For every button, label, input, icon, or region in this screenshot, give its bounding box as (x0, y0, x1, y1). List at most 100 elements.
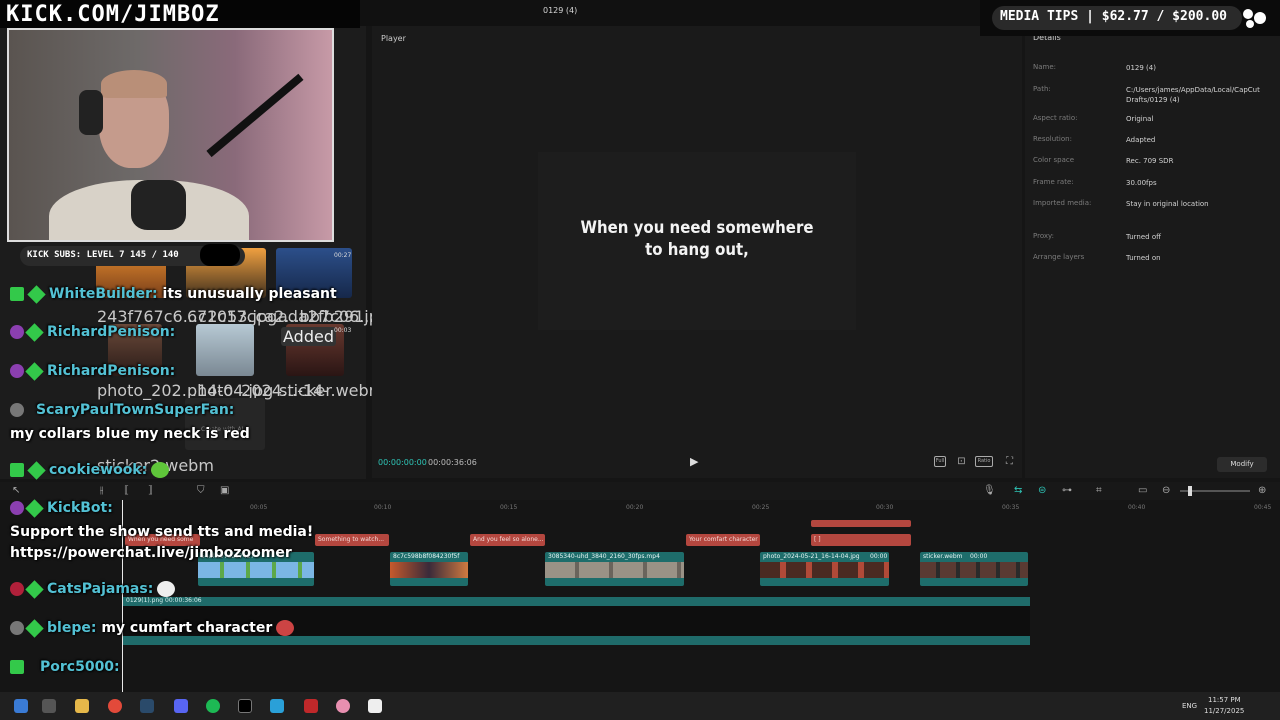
video-clip[interactable]: sticker.webm 00:00 (920, 552, 1028, 586)
channel-logo-icon (1243, 9, 1266, 28)
chat-username: RichardPenison: (47, 324, 176, 340)
ruler-tick: 00:40 (1128, 504, 1146, 511)
clock-date[interactable]: 11/27/2025 (1204, 707, 1244, 715)
clip-duration: 00:00 (970, 553, 988, 560)
capcut-icon[interactable] (238, 699, 252, 713)
current-time: 00:00:00:00 (378, 458, 427, 467)
chat-message: my collars blue my neck is red (10, 426, 250, 442)
chat-overlay: WhiteBuilder: its unusually pleasant Ric… (0, 280, 370, 690)
language-indicator[interactable]: ENG (1182, 702, 1197, 710)
microphone-icon[interactable]: 🎙 (983, 485, 996, 496)
chain-icon[interactable]: ⊶ (1062, 485, 1072, 496)
verified-badge-icon (10, 463, 24, 477)
video-preview[interactable]: When you need somewhere to hang out, (538, 152, 856, 330)
headset-icon (79, 90, 103, 135)
zoom-slider-handle[interactable] (1188, 486, 1192, 496)
chat-message: RichardPenison: (10, 322, 176, 342)
spotify-icon[interactable] (206, 699, 220, 713)
preview-icon[interactable]: ⌗ (1096, 485, 1102, 496)
avatar (10, 621, 24, 635)
chat-username: blepe: (47, 620, 97, 636)
detail-key: Color space (1033, 156, 1075, 164)
chat-message: Porc5000: (10, 659, 120, 675)
caption-clip[interactable]: [ ] (811, 534, 911, 546)
chat-text: its unusually pleasant (162, 286, 337, 302)
clock-time[interactable]: 11:57 PM (1208, 696, 1241, 704)
channel-logo-icon (200, 244, 240, 266)
detail-key: Aspect ratio: (1033, 114, 1078, 122)
detail-key: Arrange layers (1033, 253, 1085, 261)
stream-url-banner: KICK.COM/JIMBOZ (0, 0, 360, 28)
video-clip[interactable]: 8c7c598b8f084230f5f (390, 552, 468, 586)
emote-icon (157, 581, 176, 597)
caption-icon[interactable]: ▭ (1138, 485, 1147, 496)
chat-message: CatsPajamas: (10, 579, 176, 599)
media-tips-banner: MEDIA TIPS | $62.77 / $200.00 (980, 0, 1280, 36)
video-clip[interactable]: 3085340-uhd_3840_2160_30fps.mp4 (545, 552, 684, 586)
caption-clip[interactable]: And you feel so alone... (470, 534, 545, 546)
zoom-out-icon[interactable]: ⊖ (1162, 485, 1170, 496)
media-duration: 00:27 (334, 252, 352, 259)
taskbar: ENG 11:57 PM 11/27/2025 (0, 692, 1280, 720)
detail-key: Frame rate: (1033, 178, 1074, 186)
file-explorer-icon[interactable] (75, 699, 89, 713)
caption-clip-small[interactable] (811, 520, 911, 527)
chat-text: my cumfart character (101, 620, 273, 636)
detail-key: Imported media: (1033, 199, 1092, 207)
subs-goal-text: KICK SUBS: LEVEL 7 145 / 140 (27, 250, 179, 260)
clip-name: 8c7c598b8f084230f5f (393, 553, 460, 560)
capcut-active-icon[interactable] (368, 699, 382, 713)
detail-key: Resolution: (1033, 135, 1072, 143)
clip-name: 3085340-uhd_3840_2160_30fps.mp4 (548, 553, 660, 560)
video-clip[interactable]: photo_2024-05-21_16-14-04.jpg 00:00 (760, 552, 889, 586)
gift-badge-icon (25, 322, 44, 342)
ratio-button[interactable]: Ratio (975, 456, 993, 467)
screenshot-icon[interactable]: ⊡ (956, 456, 967, 467)
player-panel: Player When you need somewhere to hang o… (372, 26, 1022, 478)
chat-message: WhiteBuilder: its unusually pleasant (10, 284, 337, 304)
zoom-in-icon[interactable]: ⊕ (1258, 485, 1266, 496)
chat-username: WhiteBuilder: (49, 286, 158, 302)
steam-icon[interactable] (140, 699, 154, 713)
ruler-tick: 00:35 (1002, 504, 1020, 511)
detail-value: Stay in original location (1126, 200, 1209, 208)
gift-badge-icon (25, 361, 44, 381)
chat-username: CatsPajamas: (47, 581, 154, 597)
gift-badge-icon (25, 579, 44, 599)
chat-message: Support the show send tts and media! (10, 524, 313, 540)
detail-value: Turned off (1126, 233, 1161, 241)
detail-value: Rec. 709 SDR (1126, 157, 1174, 165)
video-caption-line1: When you need somewhere (580, 218, 814, 238)
magnet-icon[interactable]: ⊜ (1038, 485, 1046, 496)
full-button[interactable]: Full (934, 456, 946, 467)
detail-value: Adapted (1126, 136, 1156, 144)
chrome-icon[interactable] (108, 699, 122, 713)
detail-key: Name: (1033, 63, 1057, 71)
sub-badge-icon (10, 501, 24, 515)
subs-goal-bar: KICK SUBS: LEVEL 7 145 / 140 (20, 244, 245, 266)
chat-username: cookiewook: (49, 462, 148, 478)
fullscreen-icon[interactable]: ⛶ (1004, 456, 1015, 467)
task-view-icon[interactable] (42, 699, 56, 713)
caption-clip[interactable]: Your comfart character (686, 534, 760, 546)
link-icon[interactable]: ⇆ (1014, 485, 1022, 496)
telegram-icon[interactable] (270, 699, 284, 713)
play-icon[interactable]: ▶ (690, 455, 702, 469)
ruler-tick: 00:20 (626, 504, 644, 511)
sub-badge-icon (25, 618, 44, 638)
app-icon[interactable] (336, 699, 350, 713)
ruler-tick: 00:30 (876, 504, 894, 511)
detail-key: Path: (1033, 85, 1051, 93)
video-caption-line2: to hang out, (645, 240, 749, 260)
sub-badge-icon (10, 325, 24, 339)
start-icon[interactable] (14, 699, 28, 713)
chat-username: KickBot: (47, 500, 113, 516)
discord-icon[interactable] (174, 699, 188, 713)
stream-url: KICK.COM/JIMBOZ (6, 2, 220, 27)
ruler-tick: 00:15 (500, 504, 518, 511)
mic-arm (206, 73, 304, 158)
adobe-icon[interactable] (304, 699, 318, 713)
modify-button[interactable]: Modify (1217, 457, 1267, 472)
clip-frames (545, 562, 684, 578)
chat-text: my collars blue my neck is red (10, 426, 250, 442)
